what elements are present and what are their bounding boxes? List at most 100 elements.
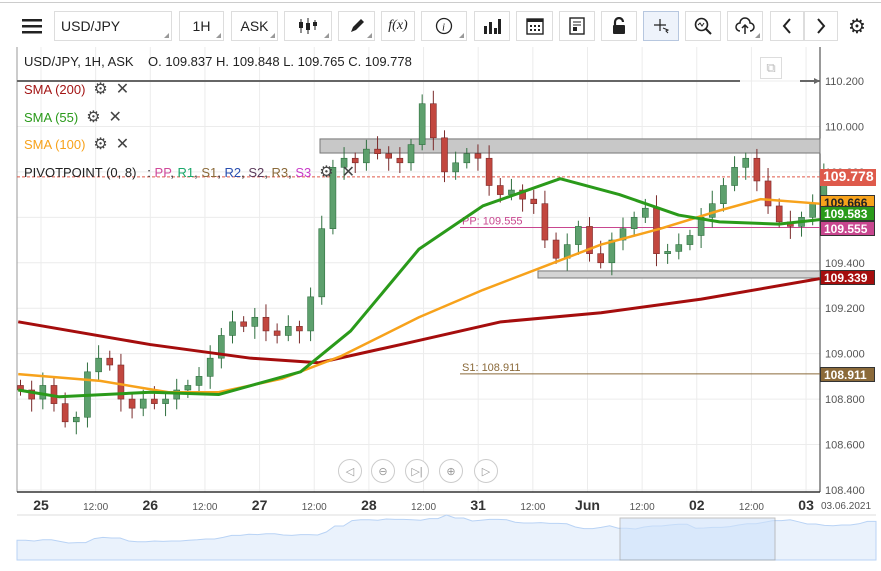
price-tick: 108.600 <box>825 440 865 452</box>
candle-body <box>675 244 683 252</box>
candle-body <box>575 226 582 245</box>
indicator-sma100: SMA (100) ⚙ ✕ <box>24 134 129 154</box>
candle-body <box>541 203 549 241</box>
candle-body <box>296 326 303 332</box>
candle-body <box>753 157 761 182</box>
time-tick: 12:00 <box>739 502 764 513</box>
candle-body <box>206 357 214 377</box>
time-tick: 25 <box>33 497 49 513</box>
zoom-in-icon: ⊕ <box>446 465 456 478</box>
pivot-s1-label: S1: 108.911 <box>462 362 521 374</box>
zoom-in-button[interactable]: ⊕ <box>439 459 463 483</box>
reset-button[interactable]: ▷| <box>405 459 429 483</box>
candle-body <box>251 316 259 327</box>
time-tick: 12:00 <box>302 502 327 513</box>
candle-body <box>430 103 437 139</box>
candle-body <box>764 180 772 207</box>
candle-body <box>139 398 147 409</box>
plot-area <box>17 47 820 492</box>
candle-body <box>474 153 482 159</box>
candle-body <box>664 251 671 254</box>
scroll-left-button[interactable]: ◁ <box>338 459 362 483</box>
time-tick: 02 <box>689 497 705 513</box>
price-tick: 109.000 <box>825 349 865 361</box>
separator: : <box>147 165 151 180</box>
chart-header: USD/JPY, 1H, ASK O. 109.837 H. 109.848 L… <box>24 54 412 69</box>
candle-body <box>95 357 102 373</box>
gear-icon[interactable]: ⚙ <box>93 81 107 98</box>
candle-body <box>106 357 114 366</box>
candle-body <box>262 316 270 332</box>
price-chart[interactable]: 110.200110.000109.800109.600109.400109.2… <box>0 0 881 571</box>
candle-body <box>809 203 816 218</box>
pivot-level-s2: S2 <box>248 165 265 180</box>
gear-icon[interactable]: ⚙ <box>86 109 100 126</box>
candle-body <box>775 205 783 223</box>
time-tick: 03 <box>798 497 814 513</box>
indicator-label: SMA (200) <box>24 82 86 97</box>
zoom-out-button[interactable]: ⊖ <box>371 459 395 483</box>
skip-end-icon: ▷| <box>411 465 423 478</box>
gear-icon[interactable]: ⚙ <box>93 136 107 153</box>
candle-body <box>407 144 415 164</box>
candle-body <box>530 198 538 204</box>
price-tick: 109.400 <box>825 258 865 270</box>
candle <box>318 215 326 305</box>
candle-body <box>452 162 459 173</box>
pivot-level-r2: R2 <box>224 165 242 180</box>
close-icon[interactable]: ✕ <box>116 136 129 153</box>
candle-body <box>273 330 281 336</box>
time-tick: 27 <box>252 497 268 513</box>
candle-body <box>731 167 738 186</box>
candle-body <box>128 398 136 409</box>
candle-body <box>463 153 471 164</box>
time-tick: Jun <box>575 497 600 513</box>
candle-body <box>240 321 247 327</box>
candle-body <box>597 253 604 264</box>
close-icon[interactable]: ✕ <box>109 109 122 126</box>
ohlc-values: O. 109.837 H. 109.848 L. 109.765 C. 109.… <box>148 54 412 69</box>
pivot-level-pp: PP <box>154 165 171 180</box>
gear-icon[interactable]: ⚙ <box>319 164 333 181</box>
time-tick: 12:00 <box>411 502 436 513</box>
indicator-sma55: SMA (55) ⚙ ✕ <box>24 107 122 127</box>
candle-body <box>642 207 649 218</box>
popout-button[interactable]: ⧉ <box>760 57 782 79</box>
candle-body <box>184 385 192 391</box>
pivot-level-s3: S3 <box>295 165 312 180</box>
price-tick: 108.400 <box>825 485 865 497</box>
candle-body <box>151 398 158 404</box>
time-tick: 12:00 <box>83 502 108 513</box>
candle-body <box>742 157 750 168</box>
pivot-level-s1: S1 <box>201 165 218 180</box>
zoom-out-icon: ⊖ <box>378 465 388 478</box>
candle-body <box>195 376 203 386</box>
close-icon[interactable]: ✕ <box>342 164 355 181</box>
candle-body <box>720 185 727 204</box>
triangle-right-icon: ▷ <box>481 465 491 478</box>
candle-body <box>61 403 69 423</box>
scroll-right-button[interactable]: ▷ <box>474 459 498 483</box>
popout-icon: ⧉ <box>766 60 776 75</box>
candle-body <box>162 398 169 404</box>
price-label: 109.339 <box>820 269 875 285</box>
price-label: 109.555 <box>820 220 875 236</box>
candle-body <box>686 235 694 245</box>
candle-body <box>441 137 448 173</box>
price-label: 109.778 <box>820 168 876 186</box>
time-tick: 26 <box>143 497 159 513</box>
candle-body <box>552 239 560 259</box>
candle-body <box>229 321 236 336</box>
time-tick: 12:00 <box>192 502 217 513</box>
indicator-label: SMA (55) <box>24 110 79 125</box>
price-tick: 110.000 <box>825 121 864 133</box>
candle-body <box>72 416 80 423</box>
time-tick: 12:00 <box>520 502 545 513</box>
candle-body <box>630 217 638 229</box>
indicator-pivotpoint: PIVOTPOINT (0, 8) : PP, R1, S1, R2, S2, … <box>24 164 355 181</box>
time-tick: 12:00 <box>630 502 655 513</box>
close-icon[interactable]: ✕ <box>116 81 129 98</box>
candle-body <box>318 228 326 298</box>
zone-rectangle <box>319 138 821 154</box>
candle-body <box>485 157 493 186</box>
